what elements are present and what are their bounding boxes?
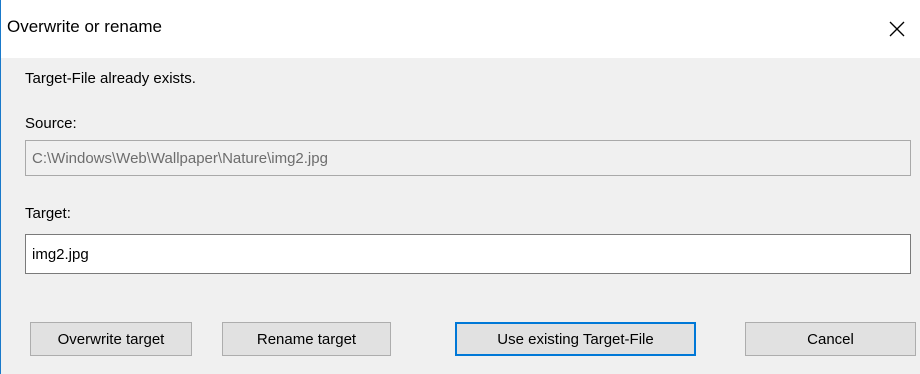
close-button[interactable] — [874, 10, 920, 48]
source-path-field[interactable] — [25, 140, 911, 176]
source-label: Source: — [25, 115, 77, 132]
title-bar[interactable]: Overwrite or rename — [1, 0, 920, 58]
status-message: Target-File already exists. — [25, 70, 196, 87]
rename-target-button[interactable]: Rename target — [222, 322, 391, 356]
dialog-window: Overwrite or rename Target-File already … — [0, 0, 920, 374]
dialog-title: Overwrite or rename — [7, 17, 162, 36]
cancel-button[interactable]: Cancel — [745, 322, 916, 356]
target-filename-field[interactable] — [25, 234, 911, 274]
target-label: Target: — [25, 205, 71, 222]
dialog-body: Target-File already exists. Source: Targ… — [1, 58, 920, 374]
overwrite-target-button[interactable]: Overwrite target — [30, 322, 192, 356]
use-existing-target-button[interactable]: Use existing Target-File — [455, 322, 696, 356]
close-icon — [889, 21, 905, 37]
